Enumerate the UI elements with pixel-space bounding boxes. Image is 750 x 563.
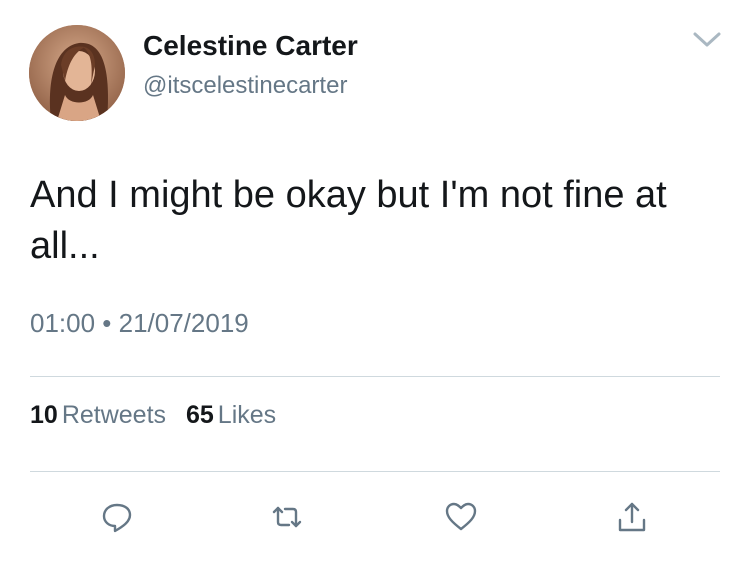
- user-handle[interactable]: @itscelestinecarter: [143, 72, 347, 100]
- avatar[interactable]: [29, 25, 125, 121]
- tweet-stats: 10 Retweets 65 Likes: [30, 401, 289, 430]
- tweet-card: Celestine Carter @itscelestinecarter And…: [0, 0, 750, 563]
- tweet-timestamp[interactable]: 01:00 • 21/07/2019: [30, 308, 249, 339]
- retweets-stat[interactable]: 10 Retweets: [30, 401, 166, 430]
- share-icon[interactable]: [615, 500, 649, 534]
- tweet-text: And I might be okay but I'm not fine at …: [30, 174, 667, 267]
- retweets-label: Retweets: [61, 401, 167, 429]
- retweets-count: 10: [30, 401, 58, 429]
- avatar-photo: [29, 25, 125, 121]
- display-name[interactable]: Celestine Carter: [143, 30, 358, 62]
- likes-stat[interactable]: 65 Likes: [186, 401, 276, 430]
- retweet-icon[interactable]: [270, 500, 304, 534]
- likes-count: 65: [185, 401, 214, 429]
- divider: [30, 471, 720, 472]
- reply-icon[interactable]: [100, 500, 134, 534]
- chevron-down-icon[interactable]: [692, 28, 722, 50]
- divider: [30, 376, 720, 377]
- heart-icon[interactable]: [444, 500, 478, 534]
- likes-label: Likes: [217, 401, 277, 429]
